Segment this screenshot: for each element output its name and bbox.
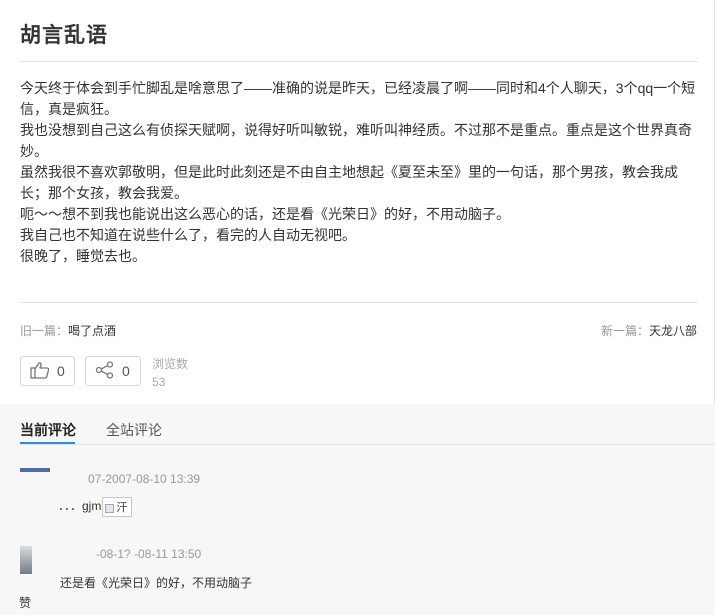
views-counter: 浏览数 53 [152,355,188,391]
like-count: 0 [57,363,65,379]
prev-post-nav: 旧一篇：喝了点酒 [20,322,116,339]
prev-post-link[interactable]: 喝了点酒 [68,324,116,338]
next-post-prefix: 新一篇： [600,324,649,338]
emoticon-image: 汗 [102,497,133,517]
post-paragraph: 今天终于体会到手忙脚乱是啥意思了——准确的说是昨天，已经凌晨了啊——同时和4个人… [20,80,696,117]
post-paragraph: 虽然我很不喜欢郭敬明，但是此时此刻还是不由自主地想起《夏至未至》里的一句话，那个… [20,164,678,201]
content-divider [20,302,698,303]
post-paragraph: 我也没想到自己这么有侦探天赋啊，说得好听叫敏锐，难听叫神经质。不过那不是重点。重… [20,122,692,159]
tab-site-comments[interactable]: 全站评论 [106,420,162,440]
post-paragraph: 很晚了，睡觉去也。 [20,248,146,264]
comment-text: ．．．gjm 汗 [58,497,133,517]
title-divider [20,61,698,62]
views-label: 浏览数 [152,357,189,371]
tab-current-comments[interactable]: 当前评论 [20,420,76,440]
comment-time: 07-2007-08-10 13:39 [88,472,201,486]
views-count: 53 [152,375,166,389]
post-card: 胡言乱语 今天终于体会到手忙脚乱是啥意思了——准确的说是昨天，已经凌晨了啊——同… [0,0,715,404]
share-count: 0 [122,363,130,379]
next-post-link[interactable]: 天龙八部 [649,324,697,338]
thumbs-up-icon [30,361,50,382]
comment-text: 还是看《光荣日》的好，不用动脑子 [60,576,253,590]
like-button[interactable]: 0 [20,356,75,386]
post-paragraph: 我自己也不知道在说些什么了，看完的人自动无视吧。 [20,227,356,243]
post-title: 胡言乱语 [20,24,108,47]
prev-post-prefix: 旧一篇： [20,324,69,338]
comments-section: 当前评论 全站评论 07-2007-08-10 13:39 ．．．gjm 汗 赞 … [0,404,715,615]
avatar[interactable] [20,468,50,472]
share-button[interactable]: 0 [85,356,141,386]
post-content: 今天终于体会到手忙脚乱是啥意思了——准确的说是昨天，已经凌晨了啊——同时和4个人… [20,78,698,267]
tabs-divider [20,444,715,445]
avatar[interactable] [20,546,32,574]
share-icon [95,360,115,382]
broken-image-icon [105,503,115,513]
comment-time: -08-1? -08-11 13:50 [96,547,202,561]
post-paragraph: 呃～～想不到我也能说出这么恶心的话，还是看《光荣日》的好，不用动脑子。 [20,206,510,222]
emoticon-alt: 汗 [116,502,128,514]
next-post-nav: 新一篇：天龙八部 [601,322,697,339]
avatar-label: 赞 [19,596,32,610]
comment-body: ．．．gjm [58,499,102,514]
